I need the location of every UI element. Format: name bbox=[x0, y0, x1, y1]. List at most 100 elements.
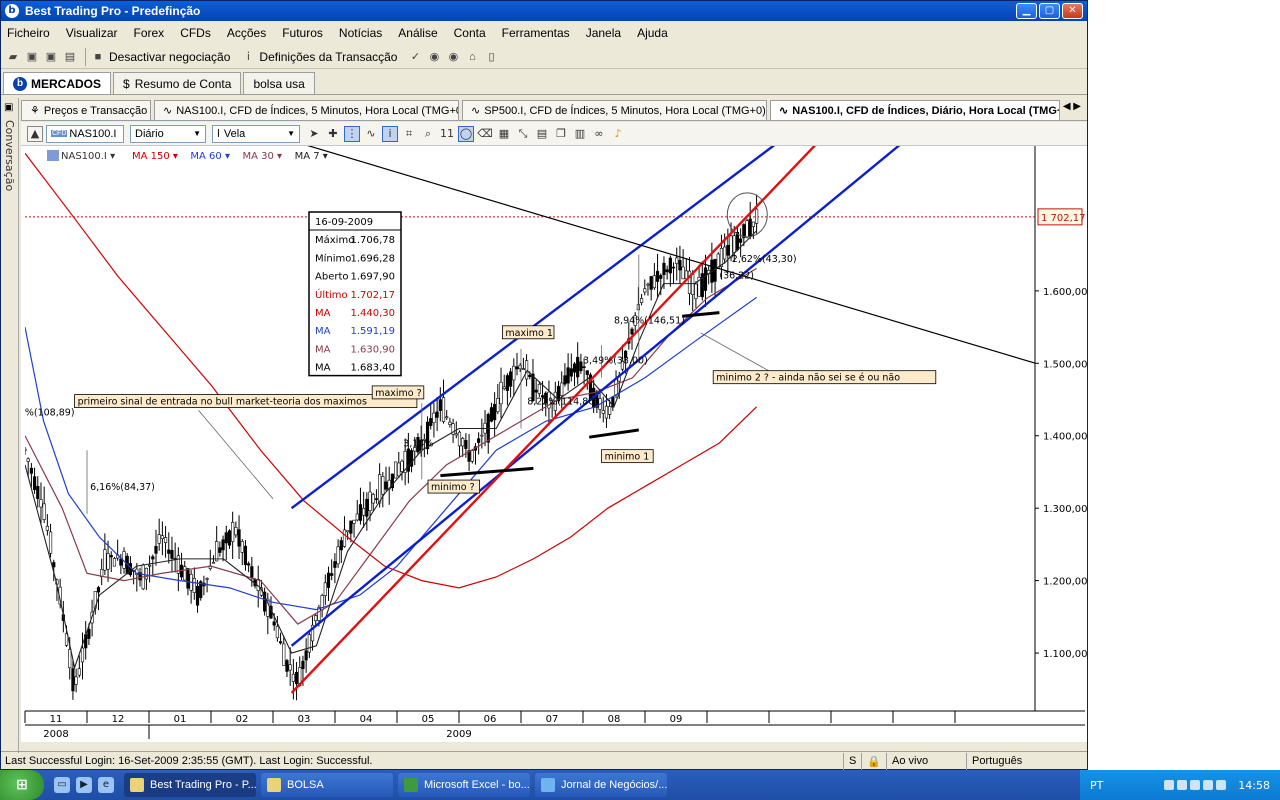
start-button[interactable]: ⊞ bbox=[0, 770, 44, 800]
conversation-sidebar[interactable]: ▣ Conversação bbox=[1, 98, 19, 753]
tray-network-icon[interactable] bbox=[1203, 780, 1214, 790]
candle-body bbox=[509, 371, 513, 387]
close-button[interactable]: ✕ bbox=[1062, 3, 1083, 19]
minimize-button[interactable]: ▁ bbox=[1016, 3, 1037, 19]
menu-janela[interactable]: Janela bbox=[586, 26, 621, 40]
transaction-settings-button[interactable]: Definições da Transacção bbox=[259, 50, 397, 64]
print-icon[interactable]: ▤ bbox=[62, 49, 78, 65]
menu-conta[interactable]: Conta bbox=[454, 26, 486, 40]
crosshair-icon[interactable]: ✚ bbox=[325, 126, 341, 142]
candle-body bbox=[87, 628, 91, 639]
alert-bell-icon[interactable]: ♪ bbox=[610, 126, 626, 142]
candle-body bbox=[307, 634, 311, 653]
folder-icon bbox=[267, 778, 281, 792]
price-chart[interactable]: 1.100,00 1.200,00 1.300,00 1.400,00 1.500,00… bbox=[21, 146, 1087, 742]
template-icon[interactable]: ▦ bbox=[496, 126, 512, 142]
browser-icon[interactable]: e bbox=[98, 777, 114, 793]
menu-cfds[interactable]: CFDs bbox=[180, 26, 211, 40]
fit-icon[interactable]: ⤡ bbox=[515, 126, 531, 142]
link-icon[interactable]: ∞ bbox=[591, 126, 607, 142]
eraser-icon[interactable]: ⌫ bbox=[477, 126, 493, 142]
one-to-one-icon[interactable]: 11 bbox=[439, 126, 455, 142]
callout-leader bbox=[198, 410, 274, 499]
clock[interactable]: 14:58 bbox=[1238, 779, 1270, 792]
menu-ferramentas[interactable]: Ferramentas bbox=[502, 26, 570, 40]
tab-precos-transaccao[interactable]: ⚘ Preços e Transacção bbox=[21, 100, 151, 120]
candle-body bbox=[352, 519, 356, 524]
task-bolsa[interactable]: BOLSA bbox=[261, 773, 393, 797]
x-month-label: 11 bbox=[50, 714, 63, 725]
tab-nas100-5min[interactable]: ∿ NAS100.I, CFD de Índices, 5 Minutos, H… bbox=[154, 100, 459, 120]
candle-body bbox=[205, 578, 209, 580]
forward-icon[interactable]: ◉ bbox=[445, 49, 461, 65]
x-month-label: 07 bbox=[546, 714, 559, 725]
symbol-selector[interactable]: CFD NAS100.I bbox=[46, 124, 124, 143]
show-desktop-icon[interactable]: ▭ bbox=[54, 777, 70, 793]
candle-body bbox=[569, 368, 573, 377]
menu-forex[interactable]: Forex bbox=[134, 26, 165, 40]
tab-nas100-diario[interactable]: ∿ NAS100.I, CFD de Índices, Diário, Hora… bbox=[770, 100, 1060, 120]
layers-icon[interactable]: ▤ bbox=[534, 126, 550, 142]
task-best-trading[interactable]: Best Trading Pro - P... bbox=[124, 773, 256, 797]
grid-icon[interactable]: ⋮ bbox=[344, 125, 360, 142]
open-folder-icon[interactable]: ▰ bbox=[5, 49, 21, 65]
tab-sp500-5min[interactable]: ∿ SP500.I, CFD de Índices, 5 Minutos, Ho… bbox=[462, 100, 767, 120]
menu-accoes[interactable]: Acções bbox=[227, 26, 266, 40]
indicator-legend-item: MA 150 ▾ bbox=[132, 151, 178, 162]
tab-mercados[interactable]: b MERCADOS bbox=[3, 72, 112, 94]
menu-noticias[interactable]: Notícias bbox=[339, 26, 382, 40]
tray-app-icon[interactable] bbox=[1177, 780, 1188, 790]
menu-futuros[interactable]: Futuros bbox=[282, 26, 323, 40]
indicator-icon[interactable]: ∿ bbox=[363, 126, 379, 142]
candle-body bbox=[646, 283, 650, 286]
tab-resumo-de-conta[interactable]: $ Resumo de Conta bbox=[113, 72, 242, 94]
menu-analise[interactable]: Análise bbox=[398, 26, 437, 40]
measure-label: 9%(108,89) bbox=[21, 407, 75, 418]
candle-body bbox=[572, 363, 577, 373]
candle-body bbox=[163, 537, 168, 543]
tray-app-icon[interactable] bbox=[1164, 780, 1175, 790]
table-icon[interactable]: ▥ bbox=[572, 126, 588, 142]
tray-volume-icon[interactable] bbox=[1216, 780, 1227, 790]
x-month-label: 09 bbox=[670, 714, 683, 725]
media-icon[interactable]: ▶ bbox=[76, 777, 92, 793]
tab-bolsa-usa[interactable]: bolsa usa bbox=[243, 72, 315, 94]
save-all-icon[interactable]: ▣ bbox=[43, 49, 59, 65]
candle-body bbox=[477, 438, 481, 443]
y-tick-label: 1.500,00 bbox=[1043, 359, 1087, 370]
chart-area[interactable]: 1.100,00 1.200,00 1.300,00 1.400,00 1.500,00… bbox=[21, 146, 1087, 742]
tray-language[interactable]: PT bbox=[1090, 779, 1103, 792]
candle-body bbox=[432, 412, 436, 424]
interval-select[interactable]: Diário ▼ bbox=[130, 124, 206, 143]
tray-app-icon[interactable] bbox=[1190, 780, 1201, 790]
candle-body bbox=[336, 546, 340, 565]
deactivate-trading-button[interactable]: Desactivar negociação bbox=[109, 50, 230, 64]
circle-tool-icon[interactable]: ◯ bbox=[458, 125, 474, 142]
task-jornal[interactable]: Jornal de Negócios/... bbox=[535, 773, 667, 797]
save-icon[interactable]: ▣ bbox=[24, 49, 40, 65]
chevron-down-icon: ▼ bbox=[287, 129, 295, 138]
pointer-icon[interactable]: ➤ bbox=[306, 126, 322, 142]
zoom-area-icon[interactable]: ⌗ bbox=[401, 126, 417, 142]
chart-type-select[interactable]: ǀ Vela ▼ bbox=[212, 124, 300, 143]
zoom-icon[interactable]: ⌕ bbox=[420, 126, 436, 142]
candle-body bbox=[604, 405, 609, 419]
copy-icon[interactable]: ❐ bbox=[553, 126, 569, 142]
maximize-button[interactable]: ▢ bbox=[1039, 3, 1060, 19]
info-icon[interactable]: ⅰ bbox=[382, 125, 398, 142]
menu-ajuda[interactable]: Ajuda bbox=[637, 26, 668, 40]
task-excel[interactable]: Microsoft Excel - bo... bbox=[398, 773, 530, 797]
menu-visualizar[interactable]: Visualizar bbox=[66, 26, 118, 40]
checkmark-icon[interactable]: ✓ bbox=[407, 49, 423, 65]
x-month-label: 08 bbox=[608, 714, 621, 725]
back-icon[interactable]: ◉ bbox=[426, 49, 442, 65]
candle-body bbox=[675, 257, 679, 264]
home-icon[interactable]: ⌂ bbox=[464, 49, 480, 65]
connection-icon[interactable]: S bbox=[843, 752, 861, 770]
menu-ficheiro[interactable]: Ficheiro bbox=[7, 26, 50, 40]
tab-scroll-arrows[interactable]: ◀ ▶ bbox=[1063, 101, 1081, 112]
sidebar-label: Conversação bbox=[3, 120, 16, 192]
title-bar[interactable]: b Best Trading Pro - Predefinção ▁ ▢ ✕ bbox=[1, 1, 1087, 21]
refresh-icon[interactable]: ▯ bbox=[483, 49, 499, 65]
collapse-icon[interactable]: ▲ bbox=[27, 125, 43, 142]
